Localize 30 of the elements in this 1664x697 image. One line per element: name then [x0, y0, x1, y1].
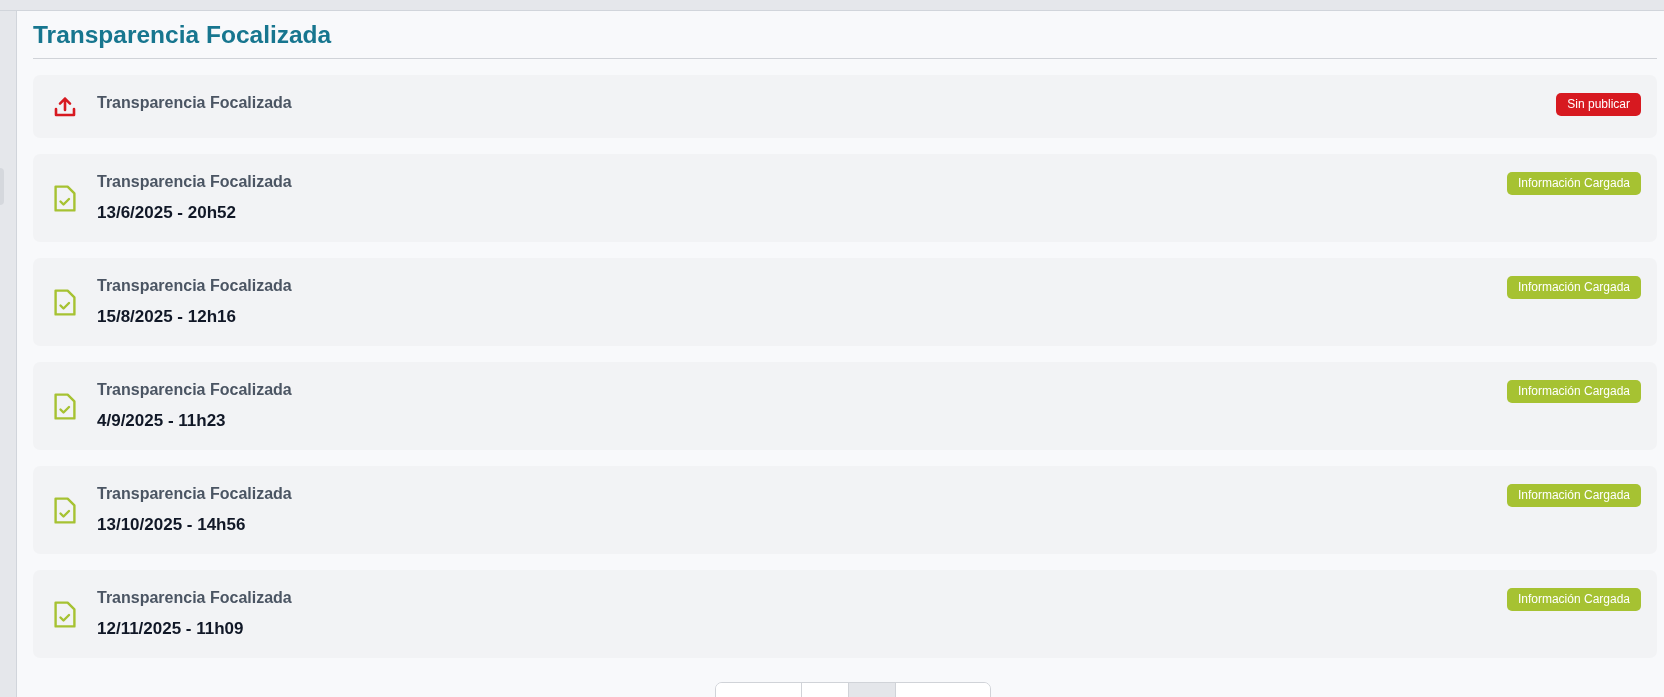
document-check-icon: [54, 184, 76, 212]
status-badge: Información Cargada: [1506, 484, 1641, 507]
record-card[interactable]: Transparencia Focalizada 4/9/2025 - 11h23 Información Cargada: [33, 362, 1657, 450]
record-title: Transparencia Focalizada: [97, 484, 292, 504]
document-check-icon: [54, 496, 76, 524]
status-badge: Información Cargada: [1506, 276, 1641, 299]
status-badge: Información Cargada: [1506, 172, 1641, 195]
status-badge: Sin publicar: [1556, 93, 1641, 116]
document-check-icon: [54, 392, 76, 420]
document-check-icon: [54, 288, 76, 316]
record-card[interactable]: Transparencia Focalizada 13/10/2025 - 14h56 Información Cargada: [33, 466, 1657, 554]
record-date: 13/6/2025 - 20h52: [97, 202, 236, 224]
record-date: 12/11/2025 - 11h09: [97, 618, 244, 640]
status-badge: Información Cargada: [1506, 380, 1641, 403]
record-title: Transparencia Focalizada: [97, 276, 292, 296]
record-title: Transparencia Focalizada: [97, 588, 292, 608]
record-title: Transparencia Focalizada: [97, 172, 292, 192]
page-title: Transparencia Focalizada: [33, 20, 332, 49]
record-date: 4/9/2025 - 11h23: [97, 410, 226, 432]
record-card[interactable]: Transparencia Focalizada 12/11/2025 - 11h09 Información Cargada: [33, 570, 1657, 658]
document-check-icon: [54, 600, 76, 628]
status-badge: Información Cargada: [1506, 588, 1641, 611]
record-title: Transparencia Focalizada: [97, 380, 292, 400]
record-date: 13/10/2025 - 14h56: [97, 514, 246, 536]
record-card[interactable]: Transparencia Focalizada 13/6/2025 - 20h52 Información Cargada: [33, 154, 1657, 242]
record-date: 15/8/2025 - 12h16: [97, 306, 236, 328]
record-title: Transparencia Focalizada: [97, 93, 292, 113]
upload-icon: [54, 96, 76, 117]
record-card[interactable]: Transparencia Focalizada 15/8/2025 - 12h16 Información Cargada: [33, 258, 1657, 346]
record-card[interactable]: Transparencia Focalizada Sin publicar: [33, 75, 1657, 138]
